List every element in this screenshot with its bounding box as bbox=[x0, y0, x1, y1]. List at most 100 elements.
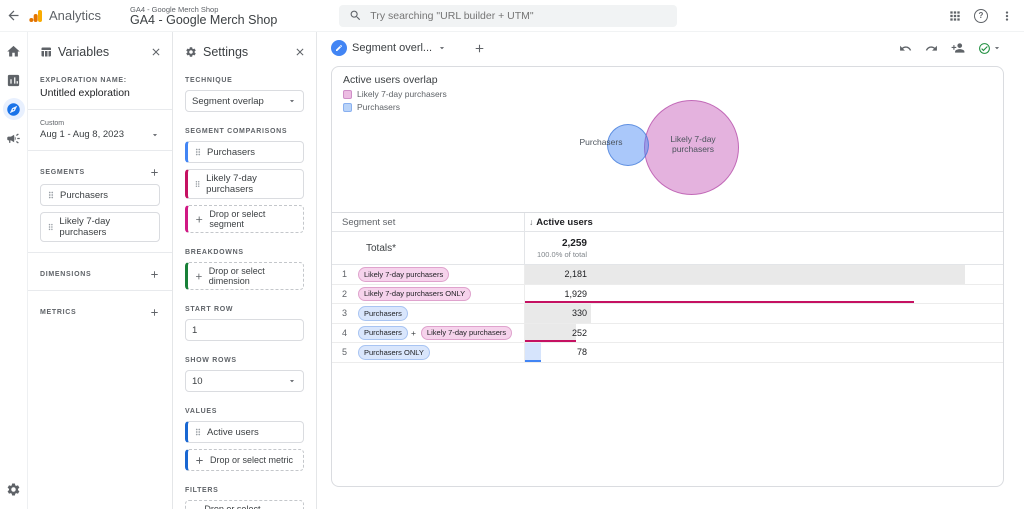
search-bar[interactable] bbox=[339, 5, 677, 27]
segment-overlap-tab-icon bbox=[331, 40, 347, 56]
google-apps-grid-icon[interactable] bbox=[948, 9, 962, 23]
close-variables-icon[interactable] bbox=[150, 46, 162, 58]
chevron-down-icon bbox=[437, 43, 447, 53]
drop-metric-zone[interactable]: Drop or select metric bbox=[185, 449, 304, 471]
active-users-column-header[interactable]: ↓ Active users bbox=[524, 213, 1003, 231]
segment-item-label: Likely 7-day purchasers bbox=[59, 216, 154, 238]
table-header-row: Segment set ↓ Active users bbox=[332, 212, 1003, 232]
value-bar bbox=[525, 265, 965, 284]
start-row-label: START ROW bbox=[185, 306, 304, 313]
breakdowns-label: BREAKDOWNS bbox=[185, 249, 304, 256]
drag-handle-icon[interactable] bbox=[193, 427, 203, 437]
table-row[interactable]: 3 Purchasers 330 bbox=[332, 304, 1003, 324]
values-label: VALUES bbox=[185, 408, 304, 415]
segment-chip[interactable]: Likely 7-day purchasers bbox=[421, 326, 512, 341]
divider bbox=[28, 290, 172, 291]
segment-chip[interactable]: Purchasers bbox=[358, 326, 408, 341]
search-input[interactable] bbox=[370, 10, 667, 22]
drop-filter-zone[interactable]: Drop or select dimension or metric bbox=[185, 500, 304, 509]
date-range-picker[interactable]: Custom Aug 1 - Aug 8, 2023 bbox=[40, 120, 160, 140]
table-row[interactable]: 2 Likely 7-day purchasers ONLY 1,929 bbox=[332, 285, 1003, 305]
plus-icon bbox=[194, 455, 205, 466]
share-button[interactable] bbox=[951, 41, 965, 55]
technique-select[interactable]: Segment overlap bbox=[185, 90, 304, 112]
undo-button[interactable] bbox=[899, 42, 912, 55]
redo-button[interactable] bbox=[925, 42, 938, 55]
close-settings-icon[interactable] bbox=[294, 46, 306, 58]
segment-chip[interactable]: Likely 7-day purchasers ONLY bbox=[358, 287, 471, 302]
nav-advertising[interactable] bbox=[3, 127, 25, 149]
nav-admin[interactable] bbox=[3, 478, 25, 500]
applied-segment-label: Purchasers bbox=[207, 147, 255, 158]
date-range-value: Aug 1 - Aug 8, 2023 bbox=[40, 129, 124, 140]
add-tab-button[interactable] bbox=[473, 42, 486, 55]
row-value: 78 bbox=[525, 343, 587, 362]
legend-label: Likely 7-day purchasers bbox=[357, 89, 447, 99]
row-value: 1,929 bbox=[525, 285, 587, 304]
legend-item: Purchasers bbox=[343, 102, 447, 112]
drag-handle-icon[interactable] bbox=[193, 147, 203, 157]
drop-dimension-zone[interactable]: Drop or select dimension bbox=[185, 262, 304, 290]
row-value: 252 bbox=[525, 324, 587, 343]
segment-item-label: Purchasers bbox=[60, 190, 108, 201]
totals-share: 100.0% of total bbox=[537, 250, 587, 259]
drag-handle-icon[interactable] bbox=[46, 222, 55, 232]
show-rows-select[interactable]: 10 bbox=[185, 370, 304, 392]
table-row[interactable]: 5 Purchasers ONLY 78 bbox=[332, 343, 1003, 363]
nav-explore[interactable] bbox=[3, 98, 25, 120]
legend-swatch-blue bbox=[343, 103, 352, 112]
plus-icon bbox=[194, 271, 204, 282]
totals-label: Totals* bbox=[332, 232, 524, 264]
chevron-down-icon bbox=[287, 96, 297, 106]
tab-strip: Segment overl... bbox=[317, 32, 1024, 64]
sort-descending-icon: ↓ bbox=[529, 217, 533, 227]
help-icon[interactable]: ? bbox=[974, 9, 988, 23]
row-number: 5 bbox=[342, 347, 356, 357]
nav-reports[interactable] bbox=[3, 69, 25, 91]
start-row-input[interactable] bbox=[192, 325, 297, 336]
segment-chip[interactable]: Likely 7-day purchasers bbox=[358, 267, 449, 282]
product-name: Analytics bbox=[49, 8, 101, 23]
canvas-toolbar bbox=[899, 41, 1002, 55]
nav-home[interactable] bbox=[3, 40, 25, 62]
explore-compass-icon bbox=[6, 102, 21, 117]
applied-segment-label: Likely 7-day purchasers bbox=[206, 173, 298, 195]
applied-segment-likely-7-day-purchasers[interactable]: Likely 7-day purchasers bbox=[185, 169, 304, 199]
totals-value: 2,259 bbox=[562, 238, 587, 249]
applied-metric-active-users[interactable]: Active users bbox=[185, 421, 304, 443]
add-segment-button[interactable] bbox=[149, 167, 160, 178]
venn-label-likely-7-day-purchasers: Likely 7-day purchasers bbox=[660, 134, 726, 154]
drop-filter-text: Drop or select dimension or metric bbox=[204, 504, 297, 509]
segment-table: Segment set ↓ Active users Totals* 2,259… bbox=[332, 212, 1003, 363]
segment-item-likely-7-day-purchasers[interactable]: Likely 7-day purchasers bbox=[40, 212, 160, 242]
segment-chip[interactable]: Purchasers bbox=[358, 306, 408, 321]
validity-status-button[interactable] bbox=[978, 42, 1002, 55]
back-button[interactable] bbox=[0, 0, 26, 32]
row-number: 1 bbox=[342, 269, 356, 279]
property-switcher[interactable]: GA4 - Google Merch Shop GA4 - Google Mer… bbox=[130, 5, 277, 27]
exploration-name-value[interactable]: Untitled exploration bbox=[40, 87, 160, 99]
applied-metric-label: Active users bbox=[207, 427, 259, 438]
analytics-home-link[interactable]: Analytics bbox=[28, 8, 116, 24]
drop-segment-zone[interactable]: Drop or select segment bbox=[185, 205, 304, 233]
row-number: 3 bbox=[342, 308, 356, 318]
back-arrow-icon bbox=[6, 8, 21, 23]
table-row[interactable]: 4 Purchasers + Likely 7-day purchasers 2… bbox=[332, 324, 1003, 344]
add-metric-button[interactable] bbox=[149, 307, 160, 318]
applied-segment-purchasers[interactable]: Purchasers bbox=[185, 141, 304, 163]
drop-metric-text: Drop or select metric bbox=[210, 455, 293, 465]
visualization-card: Active users overlap Likely 7-day purcha… bbox=[331, 66, 1004, 487]
table-row[interactable]: 1 Likely 7-day purchasers 2,181 bbox=[332, 265, 1003, 285]
drag-handle-icon[interactable] bbox=[193, 179, 202, 189]
drag-handle-icon[interactable] bbox=[46, 190, 56, 200]
add-dimension-button[interactable] bbox=[149, 269, 160, 280]
drop-dimension-text: Drop or select dimension bbox=[209, 266, 297, 286]
segment-item-purchasers[interactable]: Purchasers bbox=[40, 184, 160, 206]
segment-chip[interactable]: Purchasers ONLY bbox=[358, 345, 430, 360]
advertising-megaphone-icon bbox=[6, 131, 21, 146]
variables-panel-title: Variables bbox=[58, 45, 144, 59]
tab-label: Segment overl... bbox=[352, 42, 432, 54]
tab-segment-overlap[interactable]: Segment overl... bbox=[331, 40, 447, 56]
more-vertical-icon[interactable] bbox=[1000, 9, 1014, 23]
left-nav-rail bbox=[0, 32, 28, 509]
